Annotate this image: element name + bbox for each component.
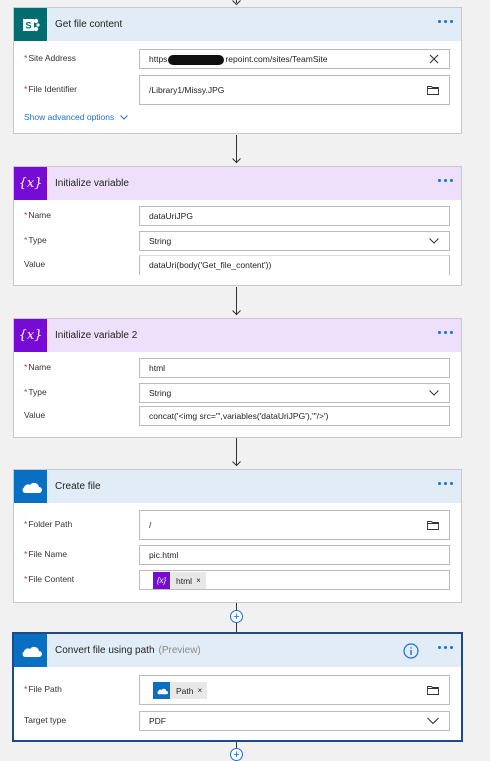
card-title: Convert file using path	[55, 645, 155, 656]
variable-type-dropdown[interactable]: String	[139, 231, 450, 251]
target-type-label: Target type	[24, 715, 67, 725]
preview-badge: (Preview)	[158, 645, 201, 656]
file-name-input[interactable]: pic.html	[139, 545, 450, 565]
variable-value-input[interactable]: dataUri(body('Get_file_content'))	[139, 255, 450, 275]
variable-type-row: *Type String	[24, 231, 450, 251]
folder-path-field[interactable]: /	[139, 510, 450, 540]
chevron-down-icon	[119, 115, 128, 120]
onedrive-icon	[14, 470, 47, 503]
name-label: *Name	[24, 210, 51, 220]
folder-path-value: /	[149, 520, 152, 530]
file-content-row: *File Content {x} html ×	[24, 570, 450, 590]
site-address-field[interactable]: https repoint.com/sites/TeamSite	[139, 49, 450, 69]
create-file-card: Create file *Folder Path / *File Name pi…	[13, 469, 462, 603]
name-label: *Name	[24, 362, 51, 372]
value-label: Value	[24, 259, 46, 269]
file-name-label: *File Name	[24, 549, 68, 559]
card-title: Get file content	[55, 19, 123, 30]
info-icon[interactable]	[403, 643, 419, 659]
target-type-row: Target type PDF	[24, 711, 450, 731]
file-identifier-value: /Library1/Missy.JPG	[149, 85, 225, 95]
target-type-dropdown[interactable]: PDF	[139, 711, 450, 731]
variable-value-row: Value concat('<img src="',variables('dat…	[24, 406, 450, 426]
folder-path-label: *Folder Path	[24, 519, 73, 529]
variable-name-row: *Name html	[24, 358, 450, 378]
onedrive-icon	[14, 634, 47, 667]
folder-icon[interactable]	[427, 520, 439, 530]
type-value: String	[149, 236, 172, 246]
token-label: Path	[176, 685, 194, 696]
variable-icon: {x}	[14, 319, 47, 352]
more-options-icon[interactable]	[438, 331, 453, 334]
site-address-prefix: https	[149, 54, 168, 64]
chevron-down-icon	[429, 238, 439, 244]
card-header[interactable]: S Get file content	[14, 8, 461, 41]
file-path-row: *File Path Path ×	[24, 675, 450, 705]
show-advanced-options-link[interactable]: Show advanced options	[24, 112, 128, 122]
initialize-variable-card: {x} Initialize variable *Name dataUriJPG…	[13, 166, 462, 286]
redaction-mark	[168, 54, 225, 65]
sharepoint-icon: S	[14, 8, 47, 41]
get-file-content-card: S Get file content *Site Address https re…	[13, 7, 462, 134]
more-options-icon[interactable]	[438, 646, 453, 649]
variable-name-input[interactable]: dataUriJPG	[139, 206, 450, 226]
variable-type-row: *Type String	[24, 383, 450, 403]
type-value: String	[149, 388, 172, 398]
convert-file-card: Convert file using path (Preview) *File …	[12, 632, 463, 742]
more-options-icon[interactable]	[438, 482, 453, 485]
add-step-button[interactable]: +	[230, 610, 243, 623]
initialize-variable-2-card: {x} Initialize variable 2 *Name html *Ty…	[13, 318, 462, 438]
clear-icon[interactable]	[429, 54, 439, 64]
card-header[interactable]: {x} Initialize variable	[14, 167, 461, 200]
variable-icon: {x}	[153, 572, 170, 589]
file-identifier-row: *File Identifier /Library1/Missy.JPG	[24, 75, 450, 105]
target-type-value: PDF	[149, 716, 166, 726]
file-identifier-field[interactable]: /Library1/Missy.JPG	[139, 75, 450, 105]
variable-value-row: Value dataUri(body('Get_file_content'))	[24, 255, 450, 275]
site-address-label: *Site Address	[24, 53, 77, 63]
chevron-down-icon	[427, 717, 439, 725]
chevron-down-icon	[429, 390, 439, 396]
folder-icon[interactable]	[427, 85, 439, 95]
path-token[interactable]: Path ×	[153, 682, 208, 700]
folder-path-row: *Folder Path /	[24, 510, 450, 540]
file-path-label: *File Path	[24, 684, 62, 694]
variable-type-dropdown[interactable]: String	[139, 383, 450, 403]
card-title: Initialize variable 2	[55, 330, 138, 341]
card-header[interactable]: Convert file using path (Preview)	[14, 634, 461, 667]
token-label: html	[176, 575, 193, 586]
remove-token-icon[interactable]: ×	[198, 677, 208, 704]
file-path-field[interactable]: Path ×	[139, 675, 450, 705]
folder-icon[interactable]	[427, 685, 439, 695]
file-name-row: *File Name pic.html	[24, 545, 450, 565]
variable-name-row: *Name dataUriJPG	[24, 206, 450, 226]
card-header[interactable]: {x} Initialize variable 2	[14, 319, 461, 352]
file-identifier-label: *File Identifier	[24, 84, 77, 94]
more-options-icon[interactable]	[438, 179, 453, 182]
card-header[interactable]: Create file	[14, 470, 461, 503]
remove-token-icon[interactable]: ×	[196, 572, 206, 589]
type-label: *Type	[24, 235, 47, 245]
type-label: *Type	[24, 387, 47, 397]
onedrive-icon	[153, 682, 170, 700]
value-label: Value	[24, 410, 46, 420]
variable-name-input[interactable]: html	[139, 358, 450, 378]
variable-icon: {x}	[14, 167, 47, 200]
file-content-field[interactable]: {x} html ×	[139, 570, 450, 590]
svg-text:S: S	[25, 20, 31, 30]
site-address-suffix: repoint.com/sites/TeamSite	[225, 54, 328, 64]
file-content-label: *File Content	[24, 574, 75, 584]
card-title: Create file	[55, 481, 101, 492]
site-address-row: *Site Address https repoint.com/sites/Tea…	[24, 49, 450, 69]
html-variable-token[interactable]: {x} html ×	[153, 572, 206, 589]
variable-value-input[interactable]: concat('<img src="',variables('dataUriJP…	[139, 406, 450, 426]
more-options-icon[interactable]	[438, 20, 453, 23]
card-title: Initialize variable	[55, 178, 129, 189]
